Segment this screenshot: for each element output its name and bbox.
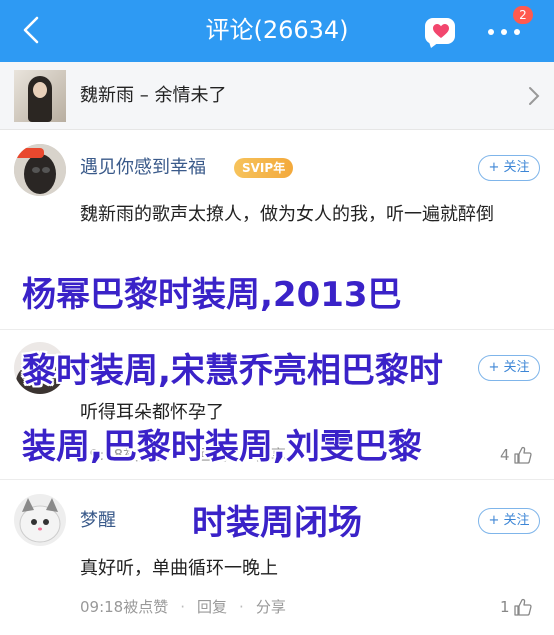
overlay-line: 装周,巴黎时装周,刘雯巴黎 xyxy=(22,427,422,467)
overlay-line: 黎时装周,宋慧乔亮相巴黎时 xyxy=(22,351,443,391)
like-button[interactable]: 1 xyxy=(500,596,542,618)
reply-button[interactable]: 回复 xyxy=(197,597,227,617)
song-title: 魏新雨 – 余情未了 xyxy=(80,85,227,106)
comment-meta: 09:18被点赞 · 回复 · 分享 xyxy=(80,597,286,617)
overlay-headline: 杨幂巴黎时装周,2013巴 黎时装周,宋慧乔亮相巴黎时 装周,巴黎时装周,刘雯巴… xyxy=(22,238,532,580)
heart-icon xyxy=(433,24,449,38)
comment-text: 魏新雨的歌声太撩人，做为女人的我，听一遍就醉倒 xyxy=(80,204,494,225)
message-bubble-icon xyxy=(425,18,455,44)
overlay-line: 杨幂巴黎时装周,2013巴 xyxy=(22,275,402,315)
follow-button[interactable]: + 关注 xyxy=(478,155,540,181)
song-info-row[interactable]: 魏新雨 – 余情未了 xyxy=(0,62,554,130)
message-button[interactable] xyxy=(423,14,459,48)
notification-badge: 2 xyxy=(513,6,533,24)
comment-time: 09:18被点赞 xyxy=(80,598,169,616)
overlay-line: 时装周闭场 xyxy=(192,503,362,543)
like-count: 1 xyxy=(500,598,510,616)
thumb-up-icon xyxy=(514,598,532,616)
avatar[interactable] xyxy=(14,144,66,196)
vip-badge: SVIP年 xyxy=(234,158,294,178)
comment-username[interactable]: 遇见你感到幸福 xyxy=(80,156,206,180)
song-cover-image xyxy=(14,70,66,122)
page-title: 评论(26634) xyxy=(205,16,349,44)
app-header: 评论(26634) 2 xyxy=(0,0,554,62)
chevron-right-icon xyxy=(529,87,540,105)
share-button[interactable]: 分享 xyxy=(256,597,286,617)
